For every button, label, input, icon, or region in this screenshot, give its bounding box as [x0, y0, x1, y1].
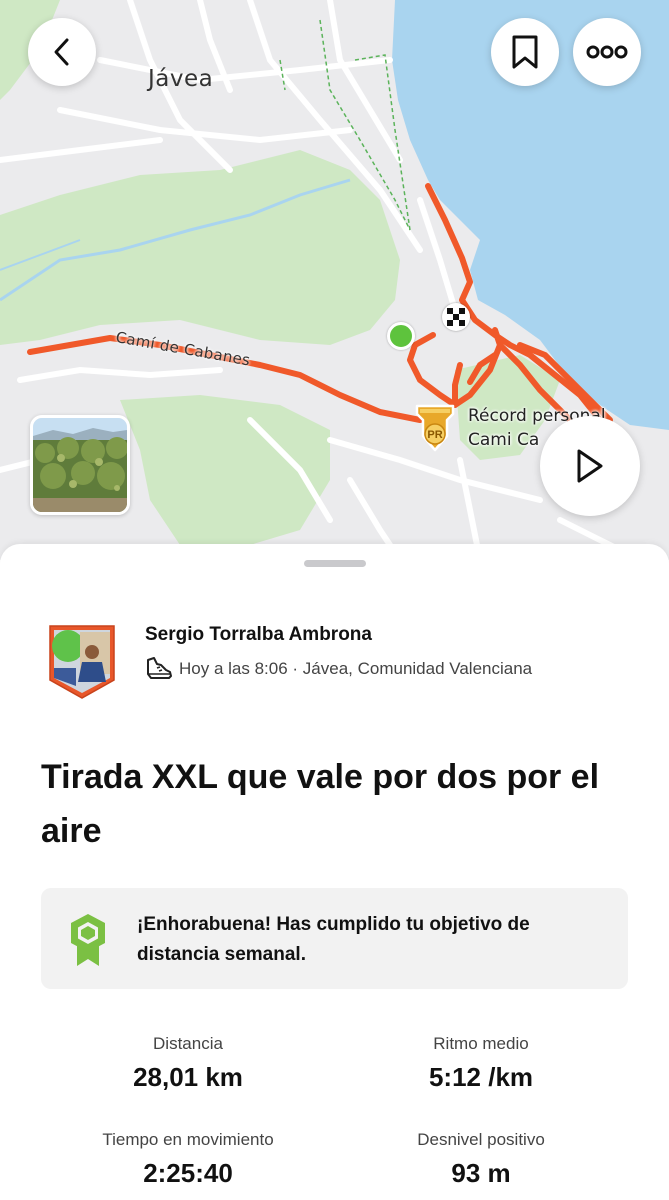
bookmark-button[interactable]	[491, 18, 559, 86]
play-flyover-button[interactable]	[540, 416, 640, 516]
stat-pace: Ritmo medio 5:12 /km	[351, 1034, 611, 1093]
finish-flag-icon	[442, 303, 470, 331]
activity-detail-sheet[interactable]: Sergio Torralba Ambrona Hoy a las 8:06 ·…	[0, 544, 669, 1200]
back-button[interactable]	[28, 18, 96, 86]
activity-title: Tirada XXL que vale por dos por el aire	[41, 758, 600, 850]
stat-elevation-label: Desnivel positivo	[417, 1130, 545, 1149]
stat-elevation: Desnivel positivo 93 m	[351, 1130, 611, 1189]
goal-message: ¡Enhorabuena! Has cumplido tu objetivo d…	[137, 914, 530, 965]
more-horizontal-icon	[586, 45, 628, 59]
sheet-grabber[interactable]	[304, 560, 366, 567]
stat-moving-time-label: Tiempo en movimiento	[102, 1130, 274, 1149]
athlete-avatar[interactable]	[48, 624, 116, 700]
pr-badge-text: PR	[427, 429, 442, 441]
start-marker	[387, 322, 415, 350]
stat-distance: Distancia 28,01 km	[58, 1034, 318, 1093]
activity-meta: Hoy a las 8:06 · Jávea, Comunidad Valenc…	[145, 656, 532, 682]
stat-elevation-value: 93 m	[451, 1158, 511, 1188]
goal-badge-icon	[71, 914, 105, 966]
map-city-label: Jávea	[148, 66, 214, 92]
goal-achievement-card[interactable]: ¡Enhorabuena! Has cumplido tu objetivo d…	[41, 888, 628, 989]
play-icon	[577, 449, 603, 483]
activity-date-location: Hoy a las 8:06 · Jávea, Comunidad Valenc…	[179, 659, 533, 678]
pr-badge-icon[interactable]: PR	[414, 404, 456, 452]
activity-map[interactable]: Jávea Camí de Cabanes Récord personal Ca…	[0, 0, 669, 560]
stat-distance-label: Distancia	[153, 1034, 223, 1053]
more-options-button[interactable]	[573, 18, 641, 86]
stat-pace-value: 5:12 /km	[428, 1062, 534, 1092]
activity-photo-thumbnail[interactable]	[30, 415, 130, 515]
stat-moving-time-value: 2:25:40	[143, 1158, 233, 1188]
stat-pace-label: Ritmo medio	[433, 1034, 529, 1053]
chevron-left-icon	[54, 38, 69, 66]
bookmark-icon	[512, 35, 538, 69]
stat-distance-value: 28,01 km	[133, 1062, 243, 1092]
athlete-name[interactable]: Sergio Torralba Ambrona	[145, 624, 372, 646]
running-shoe-icon	[147, 657, 172, 679]
stat-moving-time: Tiempo en movimiento 2:25:40	[58, 1130, 318, 1189]
